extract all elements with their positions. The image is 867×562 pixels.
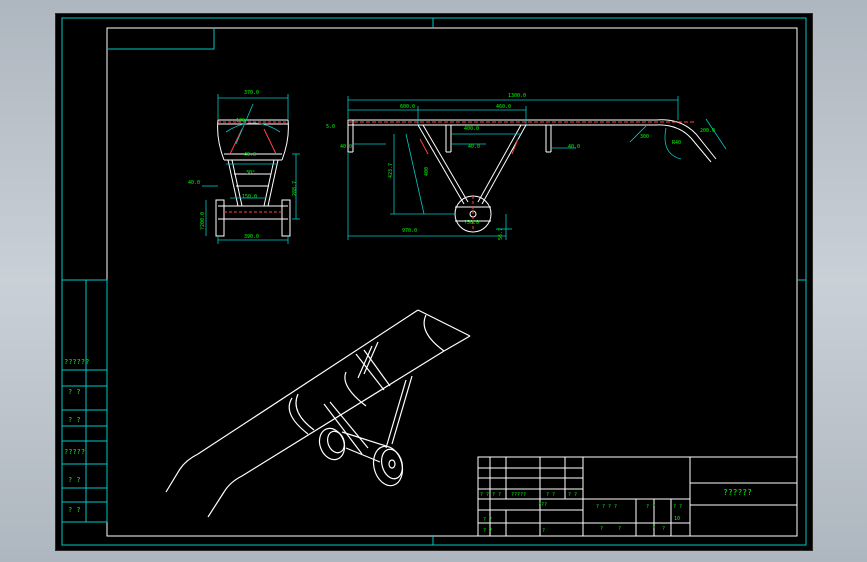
dim-front-width-mid: 40.0 (244, 152, 257, 158)
title-block-name: ?????? (723, 488, 752, 497)
dim-side-small3: 40.0 (568, 144, 581, 150)
left-strip-cell-5: ? ? (68, 476, 81, 484)
dim-side-end: 300 (640, 134, 650, 140)
cad-viewport[interactable]: ?????? ? ? ? ? ????? ? ? ? ? ?????? ? ? … (55, 13, 813, 551)
dim-side-height: 423.7 (388, 162, 394, 178)
title-cell-r1-1: ? ? (480, 492, 490, 498)
title-cell-r1-2: ? ? (492, 492, 502, 498)
dim-front-axle: 40.0 (188, 180, 201, 186)
dim-side-inner: 400.0 (464, 126, 480, 132)
left-strip-cell-3: ? ? (68, 416, 81, 424)
left-strip-cell-1: ?????? (64, 358, 90, 366)
dim-front-angle2: 30° (246, 170, 256, 176)
title-cell-r3-5: ? (652, 526, 656, 532)
title-cell-r1-4: ? ? (546, 492, 556, 498)
dim-side-wheel: ?50.0 (464, 220, 480, 226)
dim-front-angle: 120 (236, 118, 246, 124)
dim-side-small2: 40.0 (340, 144, 353, 150)
dim-side-mid: 460.0 (496, 104, 512, 110)
title-cell-r1-3: ????? (511, 492, 527, 498)
title-cell-r3-6: ? (662, 526, 666, 532)
left-strip-cell-6: ? ? (68, 506, 81, 514)
dim-side-incline: 400 (424, 166, 430, 176)
title-cell-r3-4: ? (618, 526, 622, 532)
dim-side-base: 970.0 (402, 228, 418, 234)
dim-side-left: 600.0 (400, 104, 416, 110)
dim-side-r1: R40 (672, 140, 682, 146)
dim-side-wheel-h: 56.7 (498, 227, 504, 240)
dim-front-height: 288.7 (292, 180, 298, 196)
drawing-canvas (61, 17, 807, 546)
title-cell-r2-2: ??? (538, 502, 548, 508)
title-cell-r2-1: ? ? (483, 517, 493, 523)
title-cell-r2-5: ? ? (673, 504, 683, 510)
dim-front-wheel-dia: ?200.0 (200, 211, 206, 230)
title-scale: 10 (674, 516, 681, 522)
title-cell-r3-1: ? ? (483, 528, 493, 534)
dim-side-total: 1300.0 (508, 93, 527, 99)
title-cell-r3-2: ? (542, 528, 546, 534)
title-cell-r2-4: ? ? (646, 504, 656, 510)
left-strip-cell-4: ????? (64, 448, 86, 456)
dim-side-small: 40.0 (468, 144, 481, 150)
dim-front-wheel-w: 150.0 (242, 194, 258, 200)
title-cell-r3-3: ? (600, 526, 604, 532)
left-strip-cell-2: ? ? (68, 388, 81, 396)
title-cell-r2-3: ? ? ? ? (596, 504, 618, 510)
dim-side-r2: 200.0 (700, 128, 716, 134)
dim-front-base: 390.0 (244, 234, 260, 240)
title-cell-r1-5: ? ? (568, 492, 578, 498)
dim-front-top: 370.0 (244, 90, 260, 96)
dim-side-left-h: 5.0 (326, 124, 336, 130)
